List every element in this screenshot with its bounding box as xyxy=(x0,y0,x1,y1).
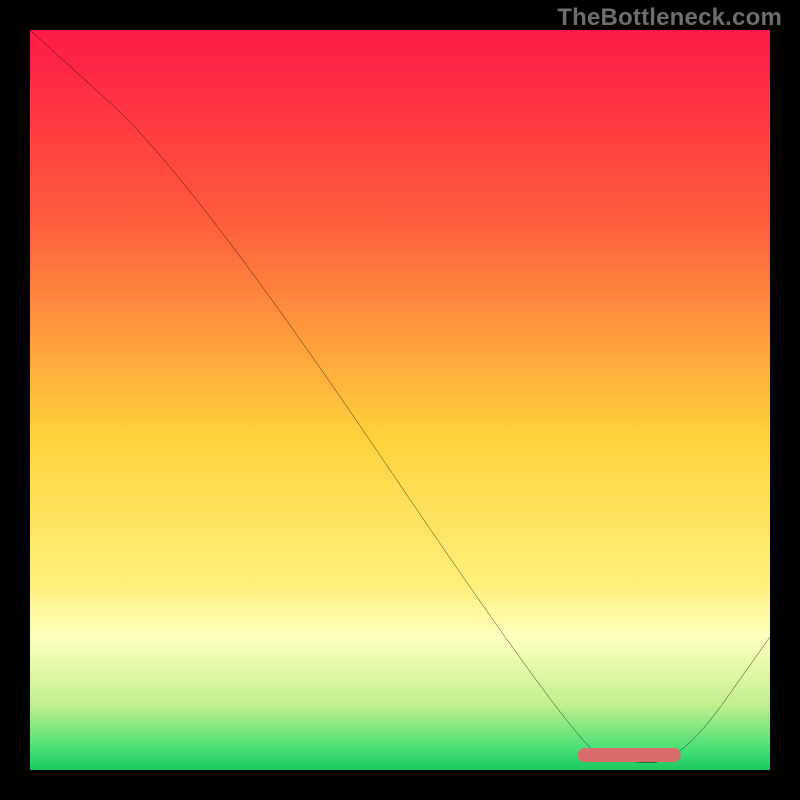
watermark-text: TheBottleneck.com xyxy=(557,4,782,32)
optimum-range-marker xyxy=(578,748,682,762)
chart-frame: TheBottleneck.com xyxy=(0,0,800,800)
bottleneck-curve xyxy=(30,30,770,770)
plot-area xyxy=(30,30,770,770)
